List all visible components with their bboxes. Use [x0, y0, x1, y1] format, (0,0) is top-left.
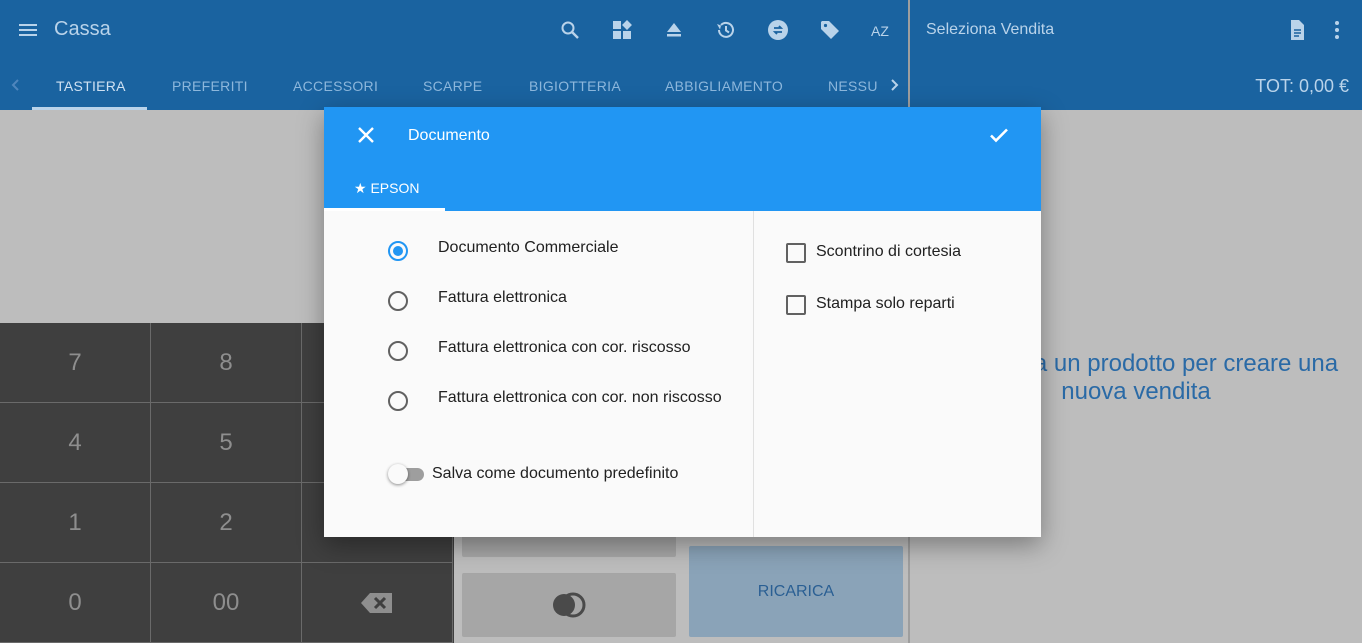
- svg-text:AZ: AZ: [871, 23, 889, 39]
- option-label: Fattura elettronica: [438, 289, 567, 306]
- radio-button[interactable]: [388, 241, 408, 261]
- backspace-key[interactable]: [302, 563, 453, 643]
- key-1[interactable]: 1: [0, 483, 151, 563]
- checkbox[interactable]: [786, 295, 806, 315]
- dialog-tab-indicator: [324, 208, 445, 211]
- tab-accessori[interactable]: ACCESSORI: [293, 78, 378, 94]
- checkbox-label: Stampa solo reparti: [816, 295, 955, 312]
- active-tab-indicator: [32, 107, 147, 110]
- menu-icon[interactable]: [16, 18, 40, 42]
- category-tabs: TASTIERA PREFERITI ACCESSORI SCARPE BIGI…: [0, 60, 908, 110]
- dashboard-icon[interactable]: [610, 18, 634, 42]
- backspace-icon: [360, 591, 394, 615]
- tab-epson[interactable]: ★ EPSON: [354, 180, 419, 197]
- document-icon[interactable]: [1285, 18, 1309, 42]
- tab-nessuno[interactable]: NESSUI: [828, 78, 878, 94]
- toggle-icon: [551, 592, 587, 618]
- dialog-divider: [753, 211, 754, 537]
- save-default-toggle[interactable]: [388, 464, 424, 484]
- key-2[interactable]: 2: [151, 483, 302, 563]
- recharge-button[interactable]: RICARICA: [689, 546, 903, 637]
- sale-header: Seleziona Vendita TOT: 0,00 €: [910, 0, 1362, 110]
- tab-abbigliamento[interactable]: ABBIGLIAMENTO: [665, 78, 783, 94]
- key-00[interactable]: 00: [151, 563, 302, 643]
- page-title: Cassa: [54, 18, 111, 40]
- key-0[interactable]: 0: [0, 563, 151, 643]
- document-dialog: Documento ★ EPSON Documento Commerciale …: [324, 107, 1041, 537]
- key-5[interactable]: 5: [151, 403, 302, 483]
- currency-exchange-icon[interactable]: [766, 18, 790, 42]
- toolbar: Cassa AZ: [0, 0, 908, 60]
- more-vert-icon[interactable]: [1325, 18, 1349, 42]
- save-default-label: Salva come documento predefinito: [432, 465, 679, 482]
- tab-preferiti[interactable]: PREFERITI: [172, 78, 248, 94]
- radio-button[interactable]: [388, 291, 408, 311]
- select-sale-title[interactable]: Seleziona Vendita: [926, 21, 1054, 39]
- radio-button[interactable]: [388, 341, 408, 361]
- chevron-left-icon[interactable]: [8, 77, 24, 93]
- toolbar-icons: AZ: [558, 18, 894, 42]
- dialog-title: Documento: [408, 127, 490, 144]
- toggle-button[interactable]: [462, 573, 676, 637]
- eject-icon[interactable]: [662, 18, 686, 42]
- option-label: Fattura elettronica con cor. riscosso: [438, 339, 691, 356]
- option-label: Documento Commerciale: [438, 239, 619, 256]
- checkbox-label: Scontrino di cortesia: [816, 243, 961, 260]
- key-4[interactable]: 4: [0, 403, 151, 483]
- app-bar: Cassa AZ TASTIERA PREFERITI ACCESSORI SC…: [0, 0, 908, 110]
- chevron-right-icon[interactable]: [886, 77, 902, 93]
- sort-az-icon[interactable]: AZ: [870, 18, 894, 42]
- checkbox[interactable]: [786, 243, 806, 263]
- toggle-thumb: [388, 464, 408, 484]
- check-icon[interactable]: [987, 123, 1011, 147]
- sale-total: TOT: 0,00 €: [1255, 76, 1349, 96]
- key-7[interactable]: 7: [0, 323, 151, 403]
- radio-button[interactable]: [388, 391, 408, 411]
- history-icon[interactable]: [714, 18, 738, 42]
- close-icon[interactable]: [354, 123, 378, 147]
- dialog-header: Documento ★ EPSON: [324, 107, 1041, 211]
- key-8[interactable]: 8: [151, 323, 302, 403]
- tag-icon[interactable]: [818, 18, 842, 42]
- tab-tastiera[interactable]: TASTIERA: [56, 78, 126, 94]
- tab-scarpe[interactable]: SCARPE: [423, 78, 482, 94]
- option-label: Fattura elettronica con cor. non riscoss…: [438, 389, 722, 406]
- search-icon[interactable]: [558, 18, 582, 42]
- tab-bigiotteria[interactable]: BIGIOTTERIA: [529, 78, 621, 94]
